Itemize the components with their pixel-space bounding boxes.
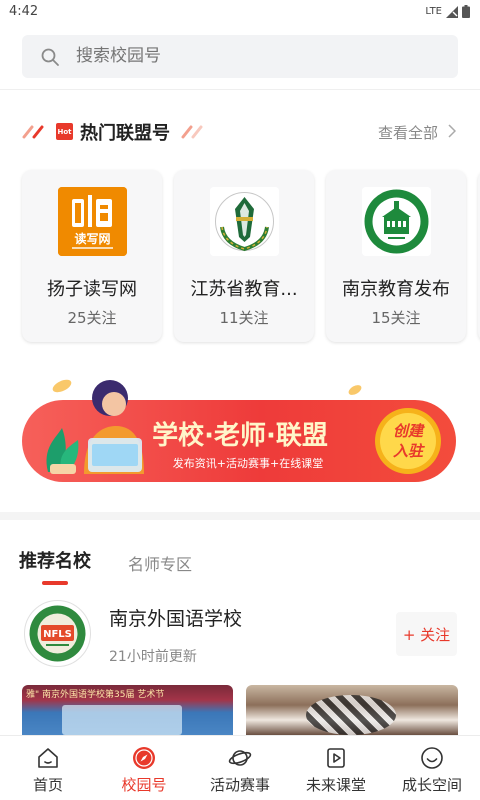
nav-label: 校园号 bbox=[121, 776, 167, 794]
card-follow-count: 25关注 bbox=[67, 309, 117, 327]
school-list-item[interactable]: NFLS 南京外国语学校 21小时前更新 + 关注 bbox=[0, 600, 480, 672]
slash-decoration-icon bbox=[22, 125, 44, 139]
school-photos: 雅" 南京外国语学校第35届 艺术节 bbox=[22, 685, 458, 735]
chevron-right-icon[interactable] bbox=[448, 124, 456, 138]
nanjing-edu-logo-icon bbox=[362, 187, 431, 256]
nav-campus[interactable]: 校园号 bbox=[96, 736, 192, 800]
alliance-section-header: Hot 热门联盟号 查看全部 bbox=[0, 116, 480, 148]
network-type: LTE bbox=[425, 6, 442, 17]
nav-label: 活动赛事 bbox=[209, 776, 270, 794]
card-follow-count: 15关注 bbox=[371, 309, 421, 327]
card-name: 扬子读写网 bbox=[47, 279, 137, 300]
school-updated-time: 21小时前更新 bbox=[109, 649, 197, 665]
alliance-card[interactable]: 读写网 扬子读写网 25关注 bbox=[22, 170, 162, 342]
tab-recommended-schools[interactable]: 推荐名校 bbox=[19, 547, 91, 573]
hot-badge: Hot bbox=[56, 123, 73, 140]
recommend-tabs: 推荐名校 名师专区 bbox=[0, 545, 480, 585]
cta-line-2: 入驻 bbox=[393, 442, 425, 460]
follow-button[interactable]: + 关注 bbox=[396, 612, 457, 656]
photo-caption: 雅" 南京外国语学校第35届 艺术节 bbox=[26, 690, 165, 700]
smile-icon bbox=[421, 747, 443, 769]
school-name: 南京外国语学校 bbox=[109, 608, 243, 630]
tab-indicator bbox=[42, 581, 68, 585]
nav-label: 成长空间 bbox=[401, 776, 462, 794]
signal-icon bbox=[446, 5, 458, 18]
school-logo-icon: NFLS bbox=[24, 600, 91, 667]
slash-decoration-icon bbox=[181, 125, 203, 139]
section-separator bbox=[0, 512, 480, 520]
section-title: 热门联盟号 bbox=[80, 123, 170, 144]
school-logo-text: NFLS bbox=[43, 629, 72, 640]
video-icon bbox=[327, 748, 345, 768]
photo-thumbnail[interactable] bbox=[246, 685, 458, 735]
nav-home[interactable]: 首页 bbox=[0, 736, 96, 800]
cta-line-1: 创建 bbox=[393, 422, 425, 440]
search-icon bbox=[41, 48, 59, 66]
card-name: 江苏省教育... bbox=[190, 279, 298, 300]
banner-headline: 学校·老师·联盟 bbox=[152, 420, 328, 451]
search-bar[interactable] bbox=[22, 35, 458, 78]
alliance-card[interactable]: 江苏省教育... 11关注 bbox=[174, 170, 314, 342]
nav-label: 首页 bbox=[32, 776, 63, 794]
nav-label: 未来课堂 bbox=[305, 776, 366, 794]
battery-icon bbox=[462, 5, 470, 18]
status-bar: 4:42 LTE bbox=[0, 0, 480, 24]
photo-thumbnail[interactable]: 雅" 南京外国语学校第35届 艺术节 bbox=[22, 685, 233, 735]
nav-classroom[interactable]: 未来课堂 bbox=[288, 736, 384, 800]
planet-icon bbox=[228, 750, 252, 766]
header-divider bbox=[0, 89, 480, 90]
status-icons: LTE bbox=[425, 5, 470, 18]
nav-events[interactable]: 活动赛事 bbox=[192, 736, 288, 800]
view-all-link[interactable]: 查看全部 bbox=[378, 122, 438, 143]
bottom-nav: 首页 校园号 活动赛事 未来课堂 成长空间 bbox=[0, 735, 480, 800]
banner-subtitle: 发布资讯+活动赛事+在线课堂 bbox=[173, 456, 323, 470]
home-icon bbox=[38, 748, 58, 768]
search-input[interactable] bbox=[76, 35, 436, 78]
promo-banner[interactable]: 学校·老师·联盟 发布资讯+活动赛事+在线课堂 创建 入驻 bbox=[22, 364, 458, 486]
status-time: 4:42 bbox=[9, 4, 39, 19]
alliance-card[interactable]: 南京教育发布 15关注 bbox=[326, 170, 466, 342]
card-name: 南京教育发布 bbox=[342, 279, 450, 300]
yangzi-logo-icon: 读写网 bbox=[58, 187, 127, 256]
tab-famous-teachers[interactable]: 名师专区 bbox=[128, 551, 192, 575]
logo-text: 读写网 bbox=[74, 231, 110, 246]
compass-icon bbox=[133, 747, 155, 769]
alliance-cards: 读写网 扬子读写网 25关注 江苏省教育... 11关注 南京教育发布 15关注 bbox=[22, 170, 480, 342]
jiangsu-edu-logo-icon bbox=[210, 187, 279, 256]
card-follow-count: 11关注 bbox=[219, 309, 269, 327]
leaf-decoration-icon bbox=[52, 379, 72, 393]
nav-growth[interactable]: 成长空间 bbox=[384, 736, 480, 800]
